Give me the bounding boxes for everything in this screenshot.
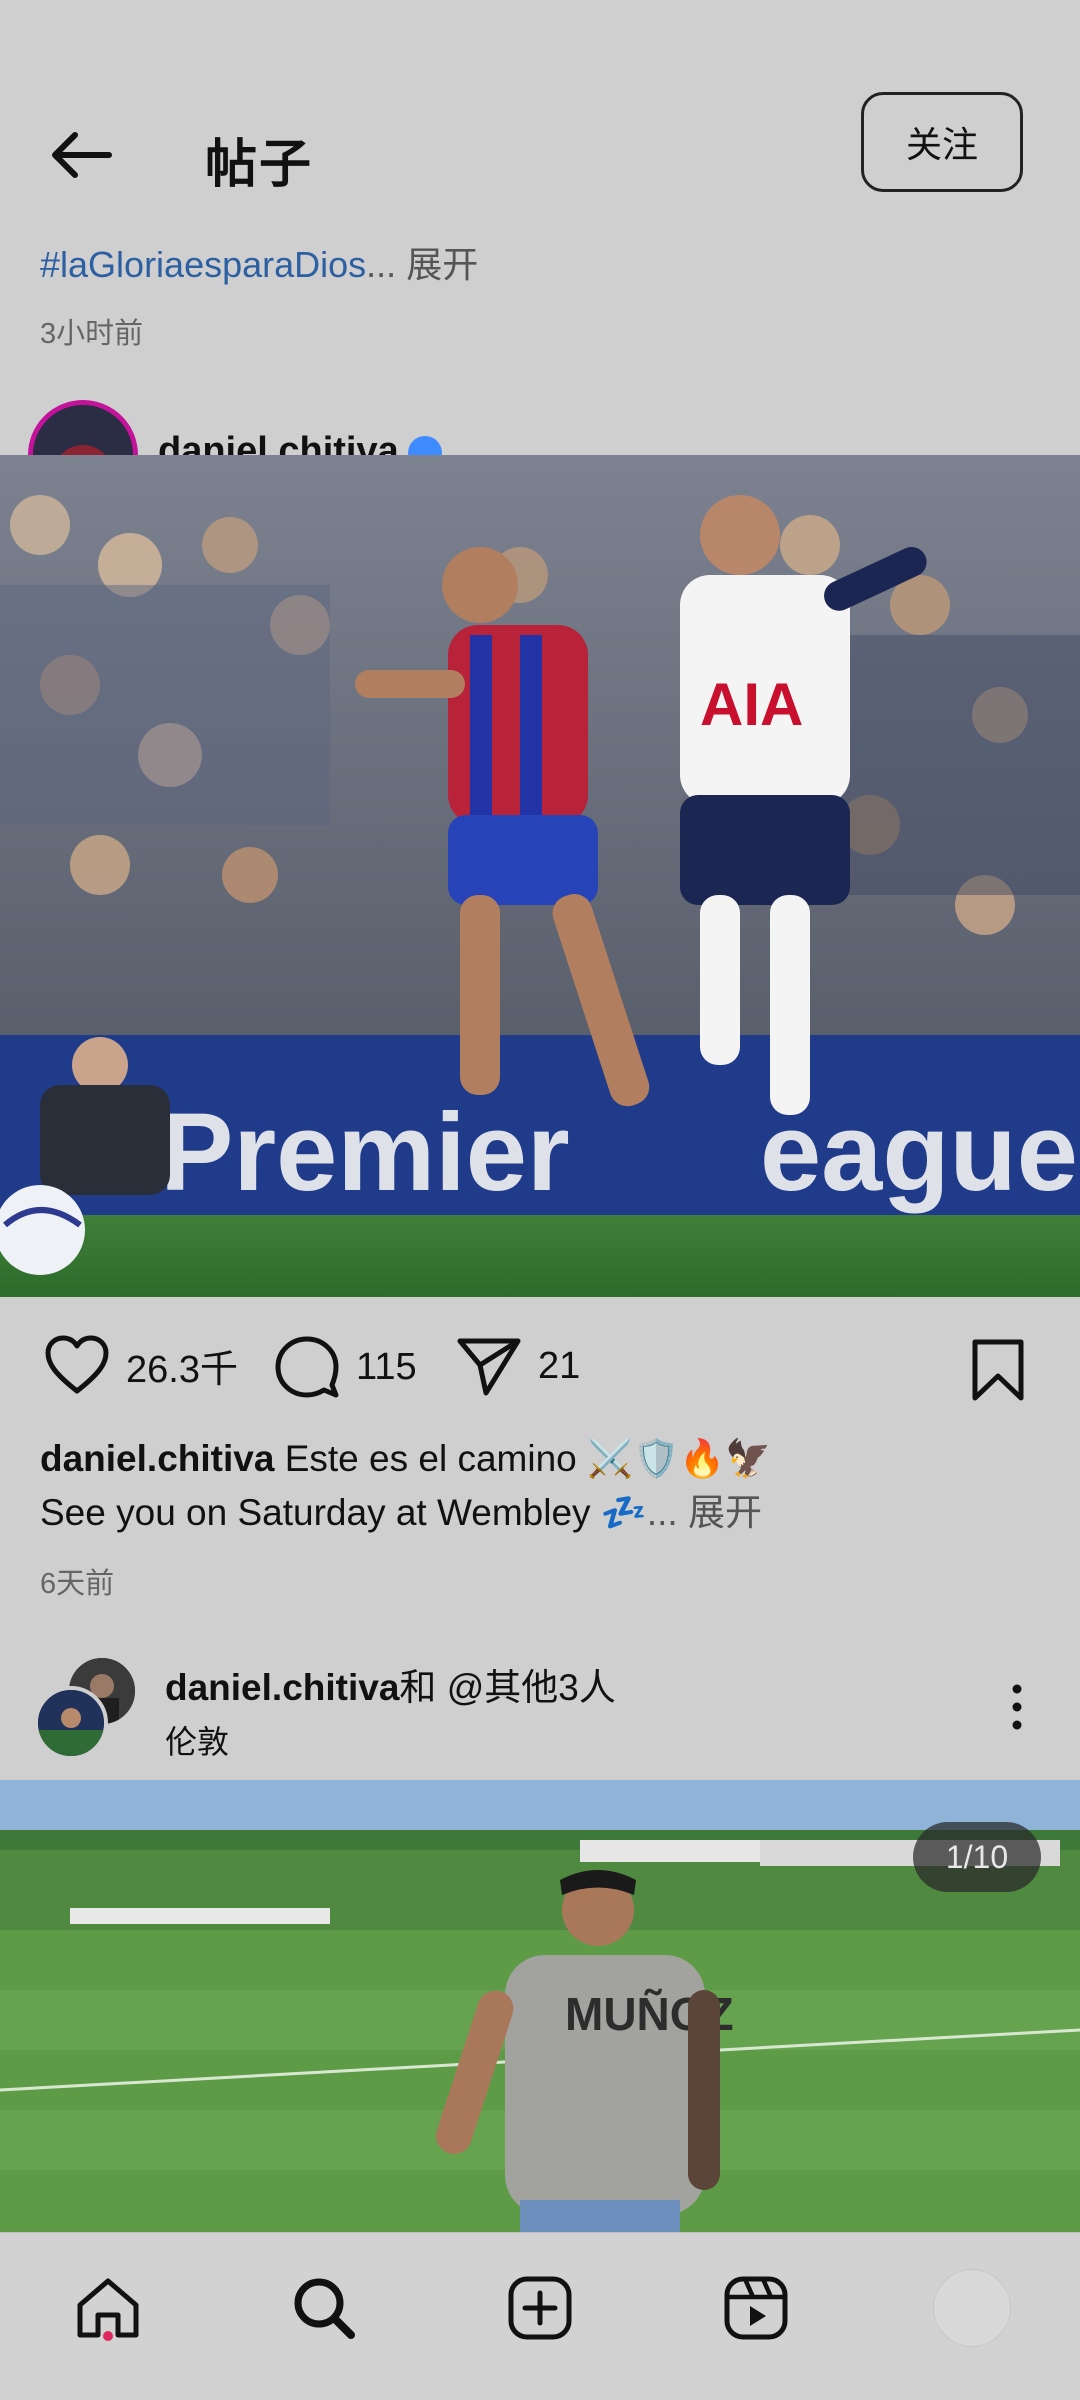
like-count: 26.3千	[126, 1348, 238, 1391]
nav-home[interactable]	[58, 2258, 158, 2358]
save-button[interactable]	[970, 1338, 1026, 1407]
avatar[interactable]	[34, 1686, 108, 1760]
svg-text:Premier: Premier	[160, 1091, 570, 1214]
create-icon	[508, 2276, 572, 2340]
bookmark-icon	[972, 1339, 1024, 1401]
heart-icon	[45, 1335, 109, 1394]
tagged-users[interactable]: daniel.chitiva和 @其他3人	[165, 1657, 616, 1711]
and-others[interactable]: 和 @其他3人	[399, 1667, 615, 1708]
post-location[interactable]: 伦敦	[165, 1717, 229, 1763]
caption-line-2: See you on Saturday at Wembley 💤	[40, 1492, 647, 1533]
hashtag-link[interactable]: #laGloriaesparaDios	[40, 244, 366, 285]
prev-post-caption: #laGloriaesparaDios... 展开	[40, 236, 478, 288]
more-vertical-icon	[1012, 1684, 1022, 1730]
search-icon	[294, 2278, 355, 2339]
more-options-button[interactable]	[1000, 1682, 1034, 1732]
profile-avatar	[933, 2269, 1011, 2347]
follow-button[interactable]: 关注	[861, 92, 1023, 192]
reels-icon	[724, 2276, 788, 2340]
carousel-indicator: 1/10	[913, 1822, 1041, 1892]
svg-text:AIA: AIA	[700, 671, 803, 738]
comment-button[interactable]: 115	[274, 1335, 417, 1399]
post-caption: daniel.chitiva Este es el camino ⚔️🛡️🔥🦅 …	[40, 1432, 1050, 1540]
page-title: 帖子	[205, 136, 314, 194]
nav-create[interactable]	[490, 2258, 590, 2358]
nav-profile[interactable]	[922, 2258, 1022, 2358]
nav-search[interactable]	[274, 2258, 374, 2358]
post-image[interactable]: Premier eague AIA	[0, 455, 1080, 1297]
caption-ellipsis: ...	[366, 244, 397, 285]
svg-text:eague: eague	[760, 1091, 1078, 1214]
comment-count: 115	[356, 1345, 417, 1388]
post-timestamp: 3小时前	[40, 318, 144, 350]
notification-dot	[103, 2331, 113, 2341]
caption-ellipsis: ...	[646, 1492, 678, 1533]
expand-link[interactable]: 展开	[406, 244, 478, 285]
send-icon	[457, 1338, 521, 1396]
caption-line-1: Este es el camino ⚔️🛡️🔥🦅	[284, 1438, 772, 1479]
expand-link[interactable]: 展开	[688, 1492, 762, 1533]
comment-icon	[275, 1336, 339, 1398]
caption-username[interactable]: daniel.chitiva	[40, 1438, 274, 1479]
next-post-username[interactable]: daniel.chitiva	[165, 1667, 399, 1708]
back-button[interactable]	[40, 120, 120, 190]
nav-reels[interactable]	[706, 2258, 806, 2358]
post-timestamp: 6天前	[40, 1568, 115, 1600]
like-button[interactable]: 26.3千	[44, 1335, 238, 1395]
arrow-left-icon	[52, 132, 112, 178]
share-button[interactable]: 21	[456, 1335, 580, 1397]
share-count: 21	[538, 1344, 581, 1387]
